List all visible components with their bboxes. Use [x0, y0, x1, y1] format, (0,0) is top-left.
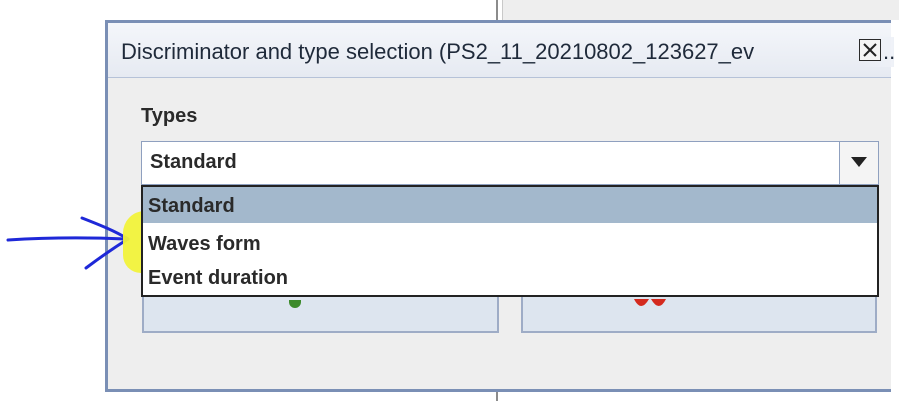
dialog-title: Discriminator and type selection (PS2_11…	[121, 39, 755, 64]
types-selected-value: Standard	[150, 151, 237, 173]
background-panel	[502, 0, 899, 20]
types-label: Types	[141, 105, 198, 127]
close-button[interactable]	[859, 39, 881, 61]
cancel-icon	[634, 299, 666, 306]
list-item-label: Standard	[148, 195, 235, 217]
types-combobox[interactable]: Standard	[141, 141, 879, 185]
list-item-waves-form[interactable]: Waves form	[143, 225, 877, 261]
list-item-label: Event duration	[148, 267, 289, 289]
ok-button[interactable]	[142, 295, 499, 333]
title-ellipsis: ..	[883, 39, 896, 64]
types-dropdown-button[interactable]	[839, 142, 878, 184]
dialog-titlebar[interactable]: Discriminator and type selection (PS2_11…	[108, 23, 895, 78]
list-item-event-duration[interactable]: Event duration	[143, 259, 877, 295]
list-item-label: Waves form	[148, 233, 261, 255]
chevron-down-icon	[851, 157, 867, 167]
types-dropdown-list[interactable]: Standard Waves form Event duration	[141, 185, 879, 297]
list-item-standard[interactable]: Standard	[143, 187, 877, 223]
cancel-button[interactable]	[521, 295, 877, 333]
arrow-annotation	[6, 216, 130, 270]
check-icon	[289, 300, 301, 308]
background-divider	[496, 0, 498, 20]
background-divider-bottom	[496, 392, 498, 401]
discriminator-dialog: Discriminator and type selection (PS2_11…	[105, 20, 895, 392]
close-icon	[863, 43, 877, 57]
